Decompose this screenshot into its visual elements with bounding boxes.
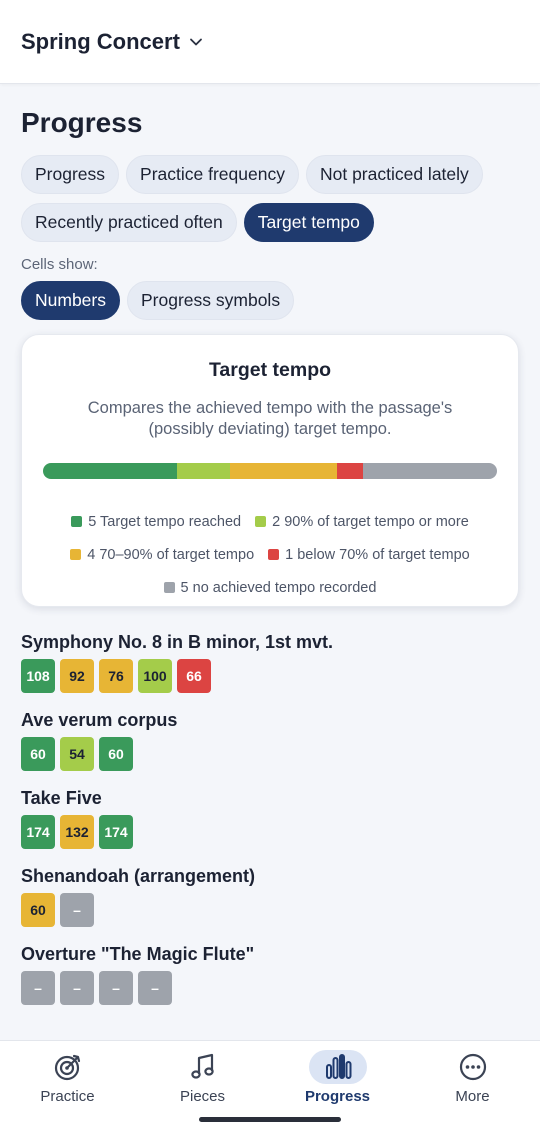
legend-line: 5 no achieved tempo recorded	[43, 571, 497, 604]
view-chip-progress[interactable]: Progress	[21, 155, 120, 194]
top-app-bar: Spring Concert	[0, 0, 540, 84]
legend-item-below: 1 below 70% of target tempo	[268, 547, 470, 563]
legend-swatch	[71, 516, 83, 527]
passage-cell[interactable]: –	[21, 971, 55, 1005]
legend-card: Target tempo Compares the achieved tempo…	[21, 334, 519, 607]
passage-cell[interactable]: 76	[99, 659, 133, 693]
passage-cells: 174 132 174	[21, 815, 519, 849]
nav-label: More	[455, 1088, 490, 1105]
more-icon	[444, 1050, 502, 1084]
piece-title[interactable]: Symphony No. 8 in B minor, 1st mvt.	[21, 631, 519, 653]
legend-item-seventy: 4 70–90% of target tempo	[70, 547, 254, 563]
legend-item-text: 4 70–90% of target tempo	[87, 546, 255, 563]
passage-cell[interactable]: –	[99, 971, 133, 1005]
legend-item-ninety: 2 90% of target tempo or more	[255, 514, 469, 530]
home-indicator	[199, 1117, 341, 1122]
bar-segment-seventy	[229, 463, 337, 479]
music-note-icon	[174, 1050, 232, 1084]
legend-swatch	[255, 516, 267, 527]
view-chip-target-tempo[interactable]: Target tempo	[243, 203, 374, 242]
piece-row: Take Five 174 132 174	[21, 787, 519, 849]
piece-row: Symphony No. 8 in B minor, 1st mvt. 108 …	[21, 631, 519, 693]
view-chip-not-practiced-lately[interactable]: Not practiced lately	[305, 155, 483, 194]
passage-cell[interactable]: 60	[99, 737, 133, 771]
legend: 5 Target tempo reached 2 90% of target t…	[43, 505, 497, 604]
passage-cell[interactable]: 108	[21, 659, 55, 693]
target-icon	[39, 1050, 97, 1084]
bar-segment-none	[363, 463, 497, 479]
piece-row: Ave verum corpus 60 54 60	[21, 709, 519, 771]
piece-row: Shenandoah (arrangement) 60 –	[21, 865, 519, 927]
passage-cell[interactable]: 66	[177, 659, 211, 693]
nav-progress[interactable]: Progress	[270, 1041, 405, 1115]
piece-title[interactable]: Take Five	[21, 787, 519, 809]
legend-item-none: 5 no achieved tempo recorded	[163, 579, 377, 596]
legend-card-title: Target tempo	[208, 359, 332, 381]
passage-cells: 60 54 60	[21, 737, 519, 771]
passage-cell[interactable]: 60	[21, 737, 55, 771]
legend-line: 5 Target tempo reached 2 90% of target t…	[43, 505, 497, 538]
legend-item-text: 5 no achieved tempo recorded	[180, 579, 377, 596]
nav-pieces[interactable]: Pieces	[135, 1041, 270, 1115]
bar-segment-below	[336, 463, 364, 479]
nav-label: Practice	[40, 1088, 95, 1105]
project-title: Spring Concert	[21, 28, 180, 54]
passage-cell[interactable]: 132	[60, 815, 94, 849]
passage-cell[interactable]: –	[60, 893, 94, 927]
passage-cell[interactable]: 60	[21, 893, 55, 927]
legend-item-text: 2 90% of target tempo or more	[272, 513, 469, 530]
view-chip-practice-frequency[interactable]: Practice frequency	[126, 155, 299, 194]
cell-mode-progress-symbols[interactable]: Progress symbols	[127, 281, 295, 320]
bar-segment-ninety	[176, 463, 230, 479]
page-title: Progress	[21, 107, 143, 138]
distribution-bar	[43, 463, 497, 479]
progress-content[interactable]: Progress Progress Practice frequency Not…	[0, 84, 540, 1040]
view-chip-group: Progress Practice frequency Not practice…	[21, 155, 519, 242]
piece-list: Symphony No. 8 in B minor, 1st mvt. 108 …	[21, 631, 519, 1005]
legend-item-text: 1 below 70% of target tempo	[285, 546, 470, 563]
passage-cell[interactable]: 174	[21, 815, 55, 849]
passage-cell[interactable]: 54	[60, 737, 94, 771]
piece-title[interactable]: Overture "The Magic Flute"	[21, 943, 519, 965]
nav-practice[interactable]: Practice	[0, 1041, 135, 1115]
passage-cells: 60 –	[21, 893, 519, 927]
bar-segment-reached	[43, 463, 177, 479]
passage-cells: 108 92 76 100 66	[21, 659, 519, 693]
view-chip-recently-practiced-often[interactable]: Recently practiced often	[21, 203, 237, 242]
legend-swatch	[163, 582, 175, 593]
cells-show-label: Cells show:	[21, 256, 98, 273]
legend-swatch	[70, 549, 82, 560]
nav-more[interactable]: More	[405, 1041, 540, 1115]
legend-item-text: 5 Target tempo reached	[88, 513, 242, 530]
passage-cell[interactable]: –	[60, 971, 94, 1005]
bar-chart-icon	[308, 1050, 367, 1084]
passage-cell[interactable]: 174	[99, 815, 133, 849]
cell-mode-chip-group: Numbers Progress symbols	[21, 281, 519, 320]
passage-cells: – – – –	[21, 971, 519, 1005]
cell-mode-numbers[interactable]: Numbers	[21, 281, 120, 320]
legend-item-reached: 5 Target tempo reached	[71, 514, 241, 530]
passage-cell[interactable]: 92	[60, 659, 94, 693]
piece-title[interactable]: Shenandoah (arrangement)	[21, 865, 519, 887]
nav-label: Pieces	[179, 1088, 226, 1105]
project-selector[interactable]: Spring Concert	[21, 29, 204, 55]
nav-label: Progress	[304, 1088, 371, 1105]
legend-line: 4 70–90% of target tempo 1 below 70% of …	[43, 538, 497, 571]
passage-cell[interactable]: –	[138, 971, 172, 1005]
chevron-down-icon	[190, 38, 202, 45]
passage-cell[interactable]: 100	[138, 659, 172, 693]
legend-card-description: Compares the achieved tempo with the pas…	[87, 399, 453, 438]
piece-title[interactable]: Ave verum corpus	[21, 709, 519, 731]
piece-row: Overture "The Magic Flute" – – – –	[21, 943, 519, 1005]
legend-swatch	[268, 549, 280, 560]
